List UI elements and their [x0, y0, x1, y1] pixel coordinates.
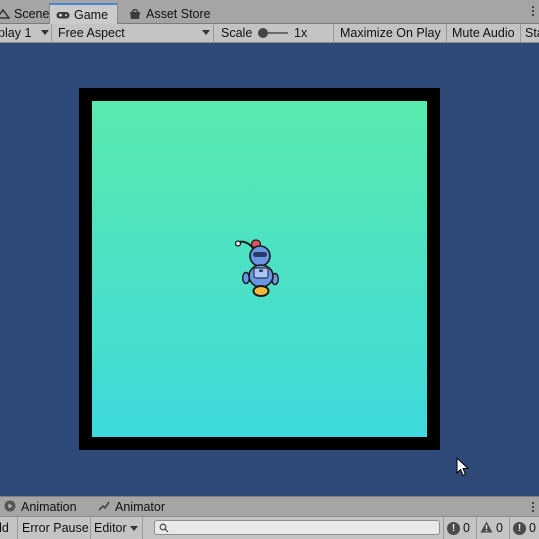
scene-icon: [0, 8, 11, 20]
chevron-down-icon: [129, 525, 138, 531]
tab-scene-label: Scene: [14, 6, 50, 21]
info-count-toggle[interactable]: ! 0: [443, 517, 476, 539]
tab-animation[interactable]: Animation: [4, 497, 77, 517]
tab-game[interactable]: Game: [49, 3, 118, 24]
store-icon: [128, 8, 142, 20]
warning-count: 0: [496, 521, 503, 535]
editor-tab-strip: Scene Game Asset Store: [0, 0, 539, 24]
display-dropdown-label: Display 1: [0, 26, 32, 40]
editor-dropdown-label: Editor: [94, 521, 127, 535]
warning-count-toggle[interactable]: 0: [476, 517, 509, 539]
animator-icon: [98, 500, 110, 515]
stats-toggle[interactable]: Stats: [521, 24, 539, 42]
scale-value: 1x: [294, 26, 308, 40]
chevron-down-icon: [202, 30, 210, 35]
tab-animation-label: Animation: [21, 500, 77, 514]
scale-slider-handle[interactable]: [258, 28, 268, 38]
display-dropdown[interactable]: Display 1: [0, 24, 52, 42]
warning-icon: [480, 521, 493, 536]
console-search-input[interactable]: [154, 520, 440, 535]
info-count: 0: [463, 521, 470, 535]
scale-label: Scale: [221, 26, 253, 40]
console-toolbar: Build Error Pause Editor ! 0 0 ! 0: [0, 516, 539, 539]
tab-animator[interactable]: Animator: [98, 497, 165, 517]
robot-character-sprite: [235, 239, 280, 297]
mute-audio-label: Mute Audio: [452, 26, 515, 40]
search-icon: [159, 522, 169, 536]
error-icon: !: [513, 521, 526, 535]
tab-animator-label: Animator: [115, 500, 166, 514]
mouse-pointer-icon: [456, 457, 469, 477]
chevron-down-icon: [41, 30, 49, 35]
stats-label: Stats: [525, 26, 539, 40]
gamepad-icon: [56, 9, 70, 21]
unity-game-view: Scene Game Asset Store Display 1 Free As…: [0, 0, 539, 539]
error-pause-build-toggle[interactable]: Build: [0, 517, 18, 539]
aspect-dropdown-label: Free Aspect: [58, 26, 125, 40]
info-icon: !: [447, 521, 460, 535]
error-count-toggle[interactable]: ! 0: [509, 517, 539, 539]
editor-dropdown[interactable]: Editor: [91, 517, 143, 539]
build-label: Build: [0, 521, 9, 535]
animation-icon: [4, 500, 16, 515]
game-toolbar: Display 1 Free Aspect Scale 1x Maximize …: [0, 24, 539, 43]
bottom-panel-menu-icon[interactable]: [530, 502, 536, 512]
tab-game-label: Game: [74, 7, 109, 22]
maximize-on-play-label: Maximize On Play: [340, 26, 441, 40]
error-pause-label: Error Pause: [22, 521, 89, 535]
aspect-dropdown[interactable]: Free Aspect: [52, 24, 214, 42]
bottom-panel-tabs: Animation Animator: [0, 496, 539, 516]
error-pause-toggle[interactable]: Error Pause: [18, 517, 91, 539]
mute-audio-toggle[interactable]: Mute Audio: [447, 24, 521, 42]
error-count: 0: [529, 521, 536, 535]
tab-menu-icon[interactable]: [530, 6, 536, 16]
tab-scene[interactable]: Scene: [0, 3, 50, 24]
tab-asset-store[interactable]: Asset Store: [124, 3, 219, 24]
maximize-on-play-toggle[interactable]: Maximize On Play: [334, 24, 447, 42]
tab-asset-store-label: Asset Store: [146, 6, 211, 21]
